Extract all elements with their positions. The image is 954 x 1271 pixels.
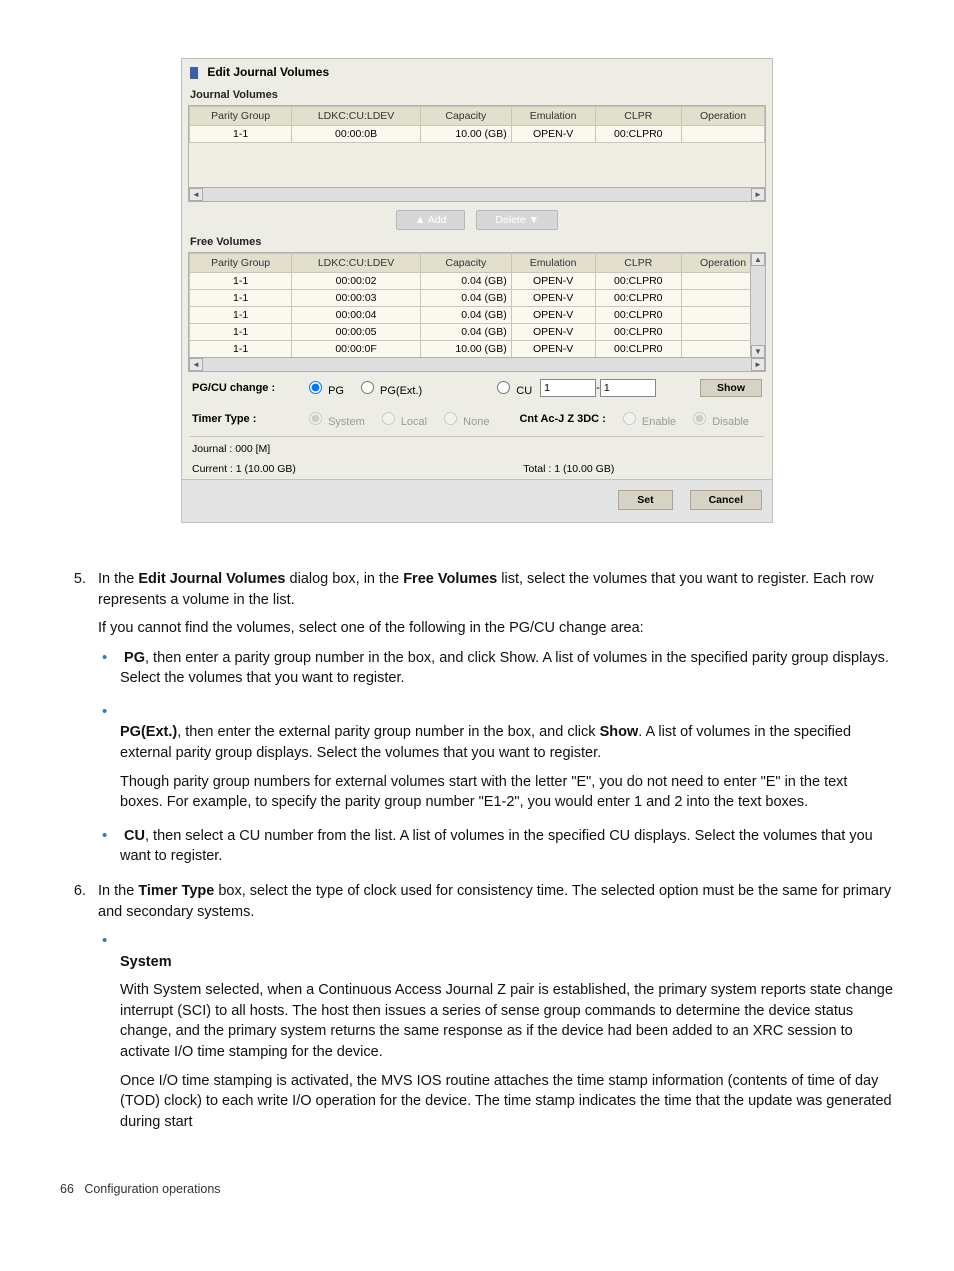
step-6: In the Timer Type box, select the type o… <box>90 881 894 1132</box>
bullet-pgext: PG(Ext.), then enter the external parity… <box>120 701 894 813</box>
cancel-button[interactable]: Cancel <box>690 490 762 510</box>
journal-info: Journal : 000 [M] <box>182 439 772 459</box>
table-row[interactable]: 1-100:00:040.04 (GB)OPEN-V00:CLPR0 <box>190 307 765 324</box>
timer-type-label: Timer Type : <box>192 413 292 425</box>
pg-radio[interactable]: PG <box>304 378 344 397</box>
delete-button[interactable]: Delete ▼ <box>476 210 558 230</box>
free-volumes-table: Parity GroupLDKC:CU:LDEVCapacityEmulatio… <box>188 252 766 372</box>
table-row[interactable]: 1-100:00:050.04 (GB)OPEN-V00:CLPR0 <box>190 324 765 341</box>
column-header[interactable]: Operation <box>682 107 765 126</box>
chevron-up-icon: ▲ <box>415 214 425 226</box>
column-header[interactable]: Capacity <box>420 107 511 126</box>
chevron-down-icon: ▼ <box>529 214 539 226</box>
timer-local-radio[interactable]: Local <box>377 409 427 428</box>
column-header[interactable]: Emulation <box>511 254 595 273</box>
cnt-disable-radio[interactable]: Disable <box>688 409 749 428</box>
table-row[interactable]: 1-100:00:0F10.00 (GB)OPEN-V00:CLPR0 <box>190 341 765 358</box>
step-5: In the Edit Journal Volumes dialog box, … <box>90 569 894 867</box>
free-volumes-label: Free Volumes <box>182 232 772 252</box>
free-hscrollbar[interactable]: ◄ ► <box>189 357 765 371</box>
column-header[interactable]: LDKC:CU:LDEV <box>292 254 421 273</box>
pgcu-change-row: PG/CU change : PG PG(Ext.) CU - Show <box>182 372 772 403</box>
scroll-left-icon[interactable]: ◄ <box>189 188 203 201</box>
column-header[interactable]: CLPR <box>595 107 681 126</box>
table-row[interactable]: 1-100:00:030.04 (GB)OPEN-V00:CLPR0 <box>190 290 765 307</box>
table-row[interactable]: 1-100:00:0B10.00 (GB)OPEN-V00:CLPR0 <box>190 126 765 143</box>
pg-input-2[interactable] <box>600 379 656 397</box>
journal-volumes-table: Parity GroupLDKC:CU:LDEVCapacityEmulatio… <box>188 105 766 202</box>
scroll-up-icon[interactable]: ▲ <box>751 253 765 266</box>
document-body: In the Edit Journal Volumes dialog box, … <box>60 553 894 1132</box>
set-button[interactable]: Set <box>618 490 672 510</box>
bullet-pg: PG, then enter a parity group number in … <box>120 647 894 689</box>
table-row[interactable]: 1-100:00:020.04 (GB)OPEN-V00:CLPR0 <box>190 273 765 290</box>
column-header[interactable]: CLPR <box>595 254 681 273</box>
pgext-radio[interactable]: PG(Ext.) <box>356 378 422 397</box>
journal-hscrollbar[interactable]: ◄ ► <box>189 187 765 201</box>
journal-volumes-label: Journal Volumes <box>182 85 772 105</box>
column-header[interactable]: Capacity <box>420 254 511 273</box>
add-button[interactable]: ▲ Add <box>396 210 465 230</box>
scroll-right-icon[interactable]: ► <box>751 358 765 371</box>
column-header[interactable]: Emulation <box>511 107 595 126</box>
pg-input-1[interactable] <box>540 379 596 397</box>
pgcu-label: PG/CU change : <box>192 382 292 394</box>
timer-type-row: Timer Type : System Local None Cnt Ac-J … <box>182 403 772 434</box>
dialog-title: Edit Journal Volumes <box>182 59 772 85</box>
current-info: Current : 1 (10.00 GB) <box>192 463 296 475</box>
cnt-ac-label: Cnt Ac-J Z 3DC : <box>519 413 605 425</box>
bullet-cu: CU, then select a CU number from the lis… <box>120 825 894 867</box>
show-button[interactable]: Show <box>700 379 762 397</box>
column-header[interactable]: Parity Group <box>190 107 292 126</box>
page-footer: 66 Configuration operations <box>60 1182 894 1196</box>
timer-none-radio[interactable]: None <box>439 409 489 428</box>
free-vscrollbar[interactable]: ▲ ▼ <box>750 253 765 358</box>
title-marker-icon <box>190 67 198 79</box>
scroll-left-icon[interactable]: ◄ <box>189 358 203 371</box>
edit-journal-volumes-dialog: Edit Journal Volumes Journal Volumes Par… <box>181 58 773 523</box>
total-info: Total : 1 (10.00 GB) <box>419 463 719 475</box>
scroll-right-icon[interactable]: ► <box>751 188 765 201</box>
column-header[interactable]: Parity Group <box>190 254 292 273</box>
bullet-system: System With System selected, when a Cont… <box>120 930 894 1132</box>
column-header[interactable]: LDKC:CU:LDEV <box>292 107 421 126</box>
cu-radio[interactable]: CU <box>492 378 532 397</box>
scroll-down-icon[interactable]: ▼ <box>751 345 765 358</box>
cnt-enable-radio[interactable]: Enable <box>618 409 676 428</box>
timer-system-radio[interactable]: System <box>304 409 365 428</box>
